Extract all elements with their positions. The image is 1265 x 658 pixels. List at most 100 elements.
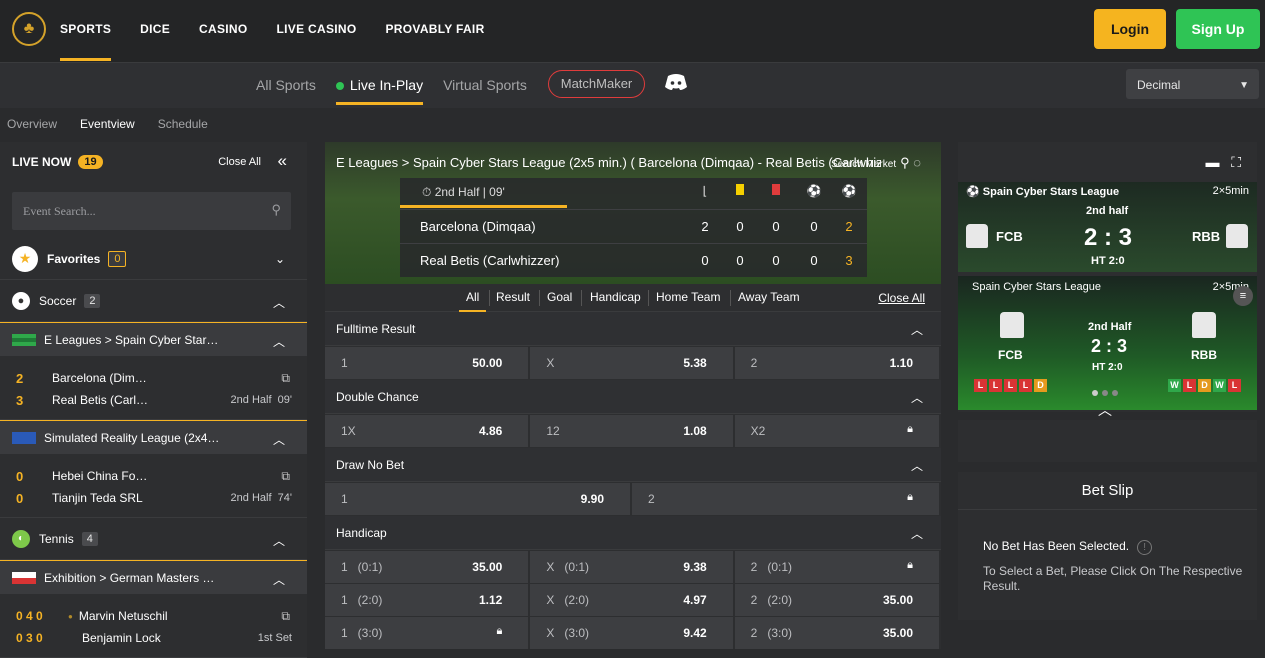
- league-exhibition[interactable]: Exhibition > German Masters … ︿: [0, 560, 307, 594]
- search-icon[interactable]: ⚲: [900, 155, 910, 170]
- penalty-icon: ⚽: [806, 184, 822, 198]
- tab-live-in-play[interactable]: Live In-Play: [335, 63, 424, 109]
- market-tab-all[interactable]: All: [458, 290, 487, 313]
- bet-slip-hint: To Select a Bet, Please Click On The Res…: [983, 564, 1243, 593]
- match-item[interactable]: 0 Hebei China Fo… ⧉ 0 Tianjin Teda SRL 2nd H…: [0, 454, 307, 518]
- category-favorites[interactable]: ★ Favorites 0 ⌄: [0, 238, 307, 280]
- chevron-up-icon: ︿: [910, 391, 923, 405]
- tab-overview[interactable]: Overview: [7, 117, 57, 131]
- live-sidebar: LIVE NOW 19 Close All « Event Search... …: [0, 142, 307, 658]
- odds-label: 2 (2:0): [750, 593, 793, 607]
- fullscreen-icon[interactable]: ⛶: [1231, 154, 1241, 170]
- widget-league-text: Spain Cyber Stars League: [982, 186, 1120, 198]
- chevron-up-icon[interactable]: ︿: [1098, 400, 1112, 420]
- nav-casino[interactable]: CASINO: [199, 0, 247, 62]
- odds-cell[interactable]: 1 9.90: [325, 483, 630, 515]
- odds-cell[interactable]: X (3:0) 9.42: [530, 617, 733, 649]
- nav-live-casino[interactable]: LIVE CASINO: [277, 0, 357, 62]
- away-form: W L D W L: [1168, 379, 1243, 392]
- chevron-down-icon: ⌄: [274, 252, 285, 266]
- league-simulated-reality[interactable]: Simulated Reality League (2x4… ︿: [0, 420, 307, 454]
- odds-value: 1.08: [683, 424, 707, 438]
- market-header-handicap[interactable]: Handicap ︿: [325, 516, 941, 550]
- match-item[interactable]: 2 Barcelona (Dim… ⧉ 3 Real Betis (Carl… 2nd …: [0, 356, 307, 420]
- menu-icon[interactable]: ≡: [1233, 286, 1253, 306]
- tab-divider: [581, 290, 582, 306]
- chevron-up-icon: ︿: [910, 323, 923, 337]
- odds-format-select[interactable]: Decimal ▼: [1126, 69, 1259, 99]
- odds-row: 1 (0:1) 35.00 X (0:1) 9.38 2 (0:1) 🔒︎: [325, 551, 941, 583]
- widget-slot: [958, 420, 1257, 462]
- tab-live-label: Live In-Play: [349, 77, 424, 93]
- odds-cell[interactable]: 1 (2:0) 1.12: [325, 584, 529, 616]
- nav-dice[interactable]: DICE: [140, 0, 170, 62]
- carousel-dot[interactable]: [1112, 390, 1118, 396]
- event-title-text: E Leagues > Spain Cyber Stars League (2x…: [336, 155, 881, 170]
- match-item[interactable]: 0 4 0 ● Marvin Netuschil ⧉ 0 3 0 Benjamin Lo…: [0, 594, 307, 658]
- home-team-name: Barcelona (Dimqaa): [420, 219, 536, 234]
- league-spain-cyber[interactable]: E Leagues > Spain Cyber Star… ︿: [0, 322, 307, 356]
- market-tab-away-team[interactable]: Away Team: [738, 290, 800, 304]
- event-search-input[interactable]: Event Search... ⚲: [12, 192, 291, 230]
- odds-label: X2: [750, 424, 766, 438]
- tab-schedule[interactable]: Schedule: [158, 117, 208, 131]
- chevron-up-icon: ︿: [910, 459, 923, 473]
- odds-cell[interactable]: X (0:1) 9.38: [530, 551, 733, 583]
- odds-cell[interactable]: 1X 4.86: [325, 415, 529, 447]
- collapse-sidebar-icon[interactable]: «: [278, 151, 287, 171]
- event-hero: E Leagues > Spain Cyber Stars League (2x…: [325, 142, 941, 284]
- market-tab-home-team[interactable]: Home Team: [656, 290, 720, 304]
- tab-virtual-sports[interactable]: Virtual Sports: [443, 63, 527, 109]
- nav-sports[interactable]: SPORTS: [60, 0, 112, 62]
- odds-cell[interactable]: 1 (0:1) 35.00: [325, 551, 529, 583]
- carousel-dot[interactable]: [1102, 390, 1108, 396]
- category-soccer[interactable]: ● Soccer 2 ︿: [0, 280, 307, 322]
- tennis-label: Tennis: [39, 531, 74, 546]
- odds-cell[interactable]: 2 1.10: [734, 347, 939, 379]
- odds-cell[interactable]: 2 (2:0) 35.00: [734, 584, 939, 616]
- close-all-link[interactable]: Close All: [218, 156, 261, 168]
- market-tabs: All Result Goal Handicap Home Team Away …: [325, 284, 941, 313]
- odds-cell[interactable]: 12 1.08: [530, 415, 733, 447]
- signup-button[interactable]: Sign Up: [1176, 9, 1260, 49]
- odds-cell[interactable]: 1 50.00: [325, 347, 529, 379]
- nav-provably-fair[interactable]: PROVABLY FAIR: [386, 0, 485, 62]
- away-corners: 0: [701, 253, 709, 268]
- market-tab-handicap[interactable]: Handicap: [590, 290, 641, 304]
- market-header-double-chance[interactable]: Double Chance ︿: [325, 380, 941, 414]
- chevron-up-icon: ︿: [910, 527, 923, 541]
- login-button[interactable]: Login: [1094, 9, 1166, 49]
- info-icon[interactable]: !: [1137, 540, 1153, 555]
- chevron-up-icon: ︿: [272, 433, 285, 447]
- brand-logo[interactable]: ♣: [12, 12, 46, 46]
- market-tab-goal[interactable]: Goal: [547, 290, 572, 304]
- market-tab-result[interactable]: Result: [496, 290, 530, 304]
- tab-eventview[interactable]: Eventview: [80, 117, 135, 131]
- odds-cell[interactable]: 2 (3:0) 35.00: [734, 617, 939, 649]
- external-link-icon[interactable]: ⧉: [281, 469, 290, 484]
- matchmaker-button[interactable]: MatchMaker: [548, 70, 645, 98]
- tab-all-sports[interactable]: All Sports: [256, 63, 316, 109]
- menu-icon[interactable]: ▬: [1206, 154, 1220, 170]
- odds-cell[interactable]: X (2:0) 4.97: [530, 584, 733, 616]
- close-all-markets-link[interactable]: Close All: [878, 291, 925, 305]
- home-team: Barcelona (Dim…: [52, 371, 147, 385]
- category-tennis[interactable]: ◐ Tennis 4 ︿: [0, 518, 307, 560]
- odds-cell[interactable]: X 5.38: [530, 347, 733, 379]
- external-link-icon[interactable]: ⧉: [281, 371, 290, 386]
- hide-icon[interactable]: ◌: [913, 155, 921, 170]
- carousel-dot[interactable]: [1092, 390, 1098, 396]
- scoreboard: ⏱ 2nd Half | 09' ⌊ ⚽ ⚽ Barcelona (Dimqaa…: [400, 178, 867, 277]
- discord-icon[interactable]: [664, 73, 688, 93]
- odds-value: 35.00: [472, 560, 503, 574]
- widget-away-team: RBB: [1192, 229, 1221, 244]
- external-link-icon[interactable]: ⧉: [281, 609, 290, 624]
- event-view: E Leagues > Spain Cyber Stars League (2x…: [325, 142, 941, 649]
- match-minute: 09': [277, 394, 292, 406]
- live-now-header: LIVE NOW 19 Close All «: [0, 142, 307, 182]
- market-header-fulltime[interactable]: Fulltime Result ︿: [325, 312, 941, 346]
- away-team-name: Real Betis (Carlwhizzer): [420, 253, 560, 268]
- market-header-draw-no-bet[interactable]: Draw No Bet ︿: [325, 448, 941, 482]
- caret-down-icon: ▼: [1239, 80, 1249, 91]
- match-clock-text: 2nd Half | 09': [434, 185, 505, 199]
